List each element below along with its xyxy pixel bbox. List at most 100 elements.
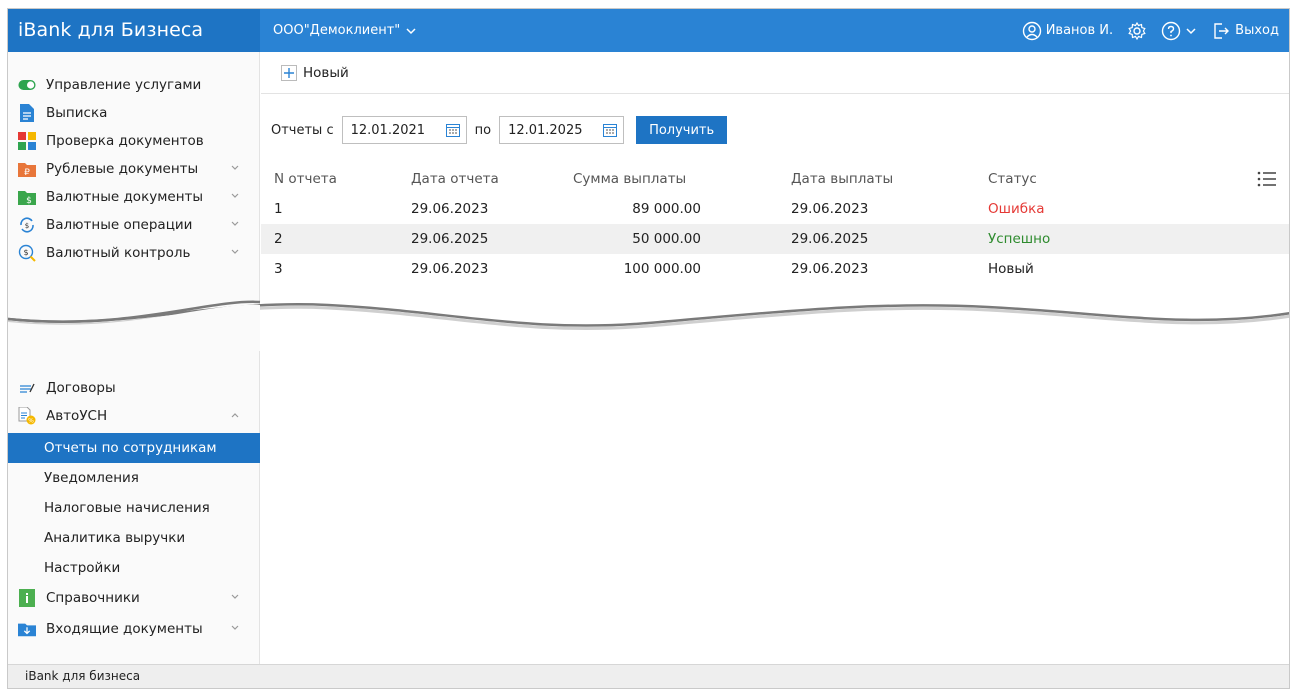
status-badge: Новый — [988, 261, 1034, 277]
cell-payment-date: 29.06.2023 — [791, 261, 869, 277]
column-header-number[interactable]: N отчета — [274, 171, 337, 187]
column-header-payment-date[interactable]: Дата выплаты — [791, 171, 893, 187]
chevron-down-icon[interactable] — [230, 219, 240, 229]
column-header-report-date[interactable]: Дата отчета — [411, 171, 499, 187]
svg-text:$: $ — [25, 222, 29, 230]
sidebar-item-label: Уведомления — [44, 470, 139, 486]
sidebar-item-tax-charges[interactable]: Налоговые начисления — [8, 493, 260, 523]
column-settings-icon[interactable] — [1257, 170, 1277, 188]
table-row[interactable]: 2 29.06.2025 50 000.00 29.06.2025 Успешн… — [261, 224, 1289, 254]
help-menu[interactable] — [1161, 21, 1197, 41]
sidebar-item-label: Аналитика выручки — [44, 530, 186, 546]
gear-icon[interactable] — [1127, 21, 1147, 41]
sidebar-item-label: Проверка документов — [46, 133, 204, 149]
sidebar-item-label: АвтоУСН — [46, 408, 108, 424]
sidebar-item-label: Валютные операции — [46, 217, 193, 233]
document-icon — [18, 104, 36, 122]
calendar-icon[interactable] — [445, 123, 460, 137]
table-row[interactable]: 1 29.06.2023 89 000.00 29.06.2023 Ошибка — [261, 194, 1289, 224]
sidebar-item-currency-control[interactable]: $ Валютный контроль — [8, 239, 260, 267]
sidebar-item-label: Отчеты по сотрудникам — [44, 440, 217, 456]
svg-text:₽: ₽ — [24, 168, 30, 177]
table-header: N отчета Дата отчета Сумма выплаты Дата … — [261, 164, 1289, 194]
dollar-folder-icon: $ — [18, 188, 36, 206]
torn-edge-divider — [8, 300, 1289, 351]
sidebar-item-incoming-docs[interactable]: Входящие документы — [8, 615, 260, 643]
sidebar-item-directories[interactable]: Справочники — [8, 584, 260, 612]
sidebar-item-label: Рублевые документы — [46, 161, 199, 177]
user-icon — [1022, 21, 1042, 41]
chevron-down-icon[interactable] — [230, 247, 240, 257]
cell-report-date: 29.06.2023 — [411, 261, 489, 277]
date-from-value: 12.01.2021 — [350, 122, 426, 138]
app-window: iBank для Бизнеса ООО"Демоклиент" Иванов… — [7, 8, 1290, 689]
sidebar-item-settings[interactable]: Настройки — [8, 553, 260, 583]
date-to-value: 12.01.2025 — [508, 122, 583, 138]
chevron-down-icon[interactable] — [230, 623, 240, 633]
date-filter: Отчеты с 12.01.2021 по 12.01.2025 Получи… — [271, 116, 728, 144]
cell-number: 1 — [274, 201, 283, 217]
sidebar-item-employee-reports[interactable]: Отчеты по сотрудникам — [8, 433, 260, 463]
sidebar: Управление услугами Выписка Проверка док… — [8, 52, 260, 666]
svg-text:$: $ — [23, 248, 28, 257]
inbox-icon — [18, 620, 36, 638]
chevron-down-icon[interactable] — [230, 592, 240, 602]
user-menu[interactable]: Иванов И. — [1022, 21, 1113, 41]
sidebar-item-label: Настройки — [44, 560, 121, 576]
date-to-input[interactable]: 12.01.2025 — [499, 116, 625, 144]
organization-selector[interactable]: ООО"Демоклиент" — [273, 9, 417, 52]
cell-report-date: 29.06.2025 — [411, 231, 489, 247]
chevron-down-icon[interactable] — [230, 163, 240, 173]
sidebar-item-currency-docs[interactable]: $ Валютные документы — [8, 183, 260, 211]
cell-number: 3 — [274, 261, 283, 277]
cell-amount: 50 000.00 — [632, 231, 701, 247]
ruble-folder-icon: ₽ — [18, 160, 36, 178]
sidebar-item-notifications[interactable]: Уведомления — [8, 463, 260, 493]
brand-logo[interactable]: iBank для Бизнеса — [8, 9, 260, 52]
chevron-down-icon — [1185, 25, 1197, 37]
cell-report-date: 29.06.2023 — [411, 201, 489, 217]
sidebar-item-services[interactable]: Управление услугами — [8, 71, 260, 99]
sidebar-item-ruble-docs[interactable]: ₽ Рублевые документы — [8, 155, 260, 183]
top-header: iBank для Бизнеса ООО"Демоклиент" Иванов… — [8, 9, 1289, 52]
logout-label: Выход — [1235, 23, 1279, 38]
toggle-icon — [18, 76, 36, 94]
toolbar: Новый — [261, 52, 1289, 94]
column-header-amount[interactable]: Сумма выплаты — [573, 171, 686, 187]
column-header-status[interactable]: Статус — [988, 171, 1037, 187]
get-button[interactable]: Получить — [636, 116, 728, 144]
cell-number: 2 — [274, 231, 283, 247]
exchange-icon: $ — [18, 216, 36, 234]
currency-search-icon: $ — [18, 244, 36, 262]
contract-icon — [18, 379, 36, 397]
chevron-up-icon[interactable] — [230, 410, 240, 420]
new-button[interactable]: Новый — [281, 63, 349, 83]
to-label: по — [474, 122, 492, 138]
sidebar-item-currency-ops[interactable]: $ Валютные операции — [8, 211, 260, 239]
logout-icon — [1211, 21, 1231, 41]
status-badge: Ошибка — [988, 201, 1045, 217]
sidebar-item-label: Справочники — [46, 590, 140, 606]
plus-icon — [281, 63, 297, 83]
cell-amount: 100 000.00 — [623, 261, 701, 277]
sidebar-item-revenue-analytics[interactable]: Аналитика выручки — [8, 523, 260, 553]
sidebar-item-label: Валютные документы — [46, 189, 204, 205]
chevron-down-icon[interactable] — [230, 191, 240, 201]
calendar-icon[interactable] — [603, 123, 618, 137]
help-icon — [1161, 21, 1181, 41]
new-button-label: Новый — [303, 64, 349, 81]
status-bar: iBank для бизнеса — [8, 664, 1289, 688]
sidebar-item-statement[interactable]: Выписка — [8, 99, 260, 127]
date-from-input[interactable]: 12.01.2021 — [341, 116, 467, 144]
user-name: Иванов И. — [1045, 23, 1114, 38]
cell-payment-date: 29.06.2025 — [791, 231, 869, 247]
sidebar-item-label: Валютный контроль — [46, 245, 191, 261]
sidebar-item-contracts[interactable]: Договоры — [8, 374, 260, 402]
sidebar-item-doc-check[interactable]: Проверка документов — [8, 127, 260, 155]
check-grid-icon — [18, 132, 36, 150]
table-row[interactable]: 3 29.06.2023 100 000.00 29.06.2023 Новый — [261, 254, 1289, 284]
cell-payment-date: 29.06.2023 — [791, 201, 869, 217]
autousn-icon: % — [18, 407, 36, 425]
logout-button[interactable]: Выход — [1211, 21, 1279, 41]
sidebar-item-autousn[interactable]: % АвтоУСН — [8, 402, 260, 430]
